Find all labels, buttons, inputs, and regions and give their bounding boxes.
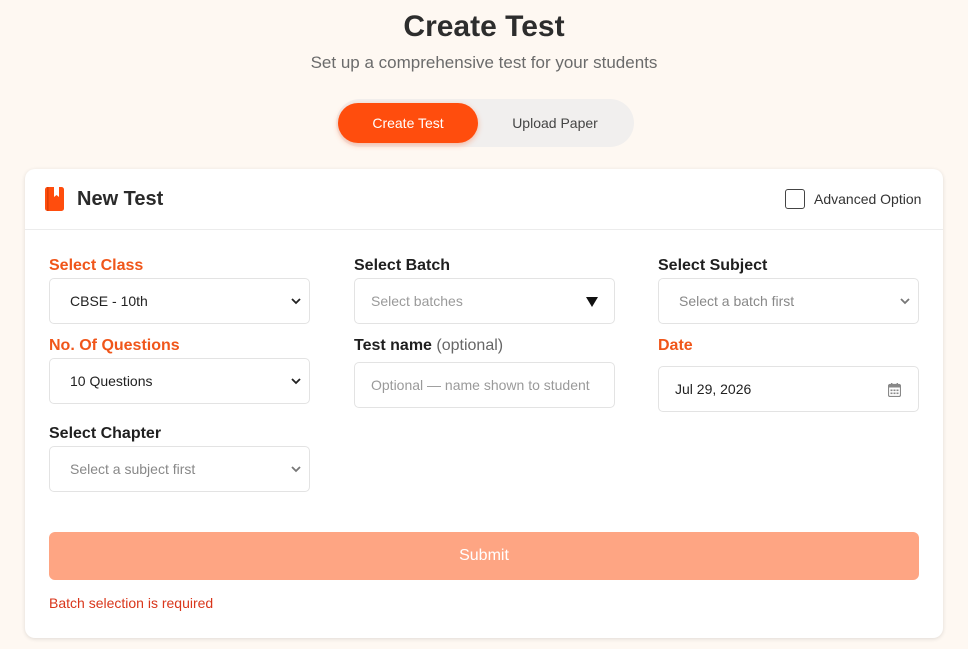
num-questions-label: No. Of Questions [49,337,180,354]
test-name-label-optional: (optional) [436,337,504,354]
num-questions-value: 10 Questions [70,373,153,389]
create-test-tab[interactable]: Create Test [338,103,478,143]
select-batch-dropdown[interactable]: Select batches [354,278,615,324]
select-class-value: CBSE - 10th [70,293,148,309]
page-subtitle: Set up a comprehensive test for your stu… [310,53,658,72]
select-chapter-value: Select a subject first [70,461,196,477]
triangle-down-icon [586,297,598,307]
bookmark-book-icon [45,187,64,211]
date-input[interactable]: Jul 29, 2026 [658,366,919,412]
calendar-icon[interactable] [888,383,901,397]
mode-toggle: Create Test Upload Paper [336,99,634,147]
upload-paper-tab[interactable]: Upload Paper [480,103,630,143]
select-chapter-label: Select Chapter [49,425,162,442]
date-value: Jul 29, 2026 [675,381,752,397]
chevron-down-icon [291,378,301,385]
select-batch-label: Select Batch [354,257,451,274]
select-class-label: Select Class [49,257,144,274]
test-name-input[interactable] [354,362,615,408]
chevron-down-icon [291,298,301,305]
date-label: Date [658,337,693,354]
advanced-option-label: Advanced Option [814,191,922,207]
select-subject-dropdown[interactable]: Select a batch first [658,278,919,324]
select-subject-value: Select a batch first [679,293,795,309]
test-name-label: Test name (optional) [354,337,503,355]
advanced-option-checkbox[interactable] [785,189,805,209]
submit-button[interactable]: Submit [49,532,919,580]
batch-error-message: Batch selection is required [49,595,214,611]
new-test-card: New Test Advanced Option Select Class CB… [25,169,943,638]
card-title: New Test [77,188,164,210]
select-subject-label: Select Subject [658,257,768,274]
num-questions-dropdown[interactable]: 10 Questions [49,358,310,404]
test-name-label-text: Test name [354,337,432,354]
select-chapter-dropdown[interactable]: Select a subject first [49,446,310,492]
card-header: New Test Advanced Option [25,169,943,230]
chevron-down-icon [900,298,910,305]
page-title: Create Test [403,10,565,43]
select-class-dropdown[interactable]: CBSE - 10th [49,278,310,324]
chevron-down-icon [291,466,301,473]
select-batch-placeholder: Select batches [371,293,463,309]
